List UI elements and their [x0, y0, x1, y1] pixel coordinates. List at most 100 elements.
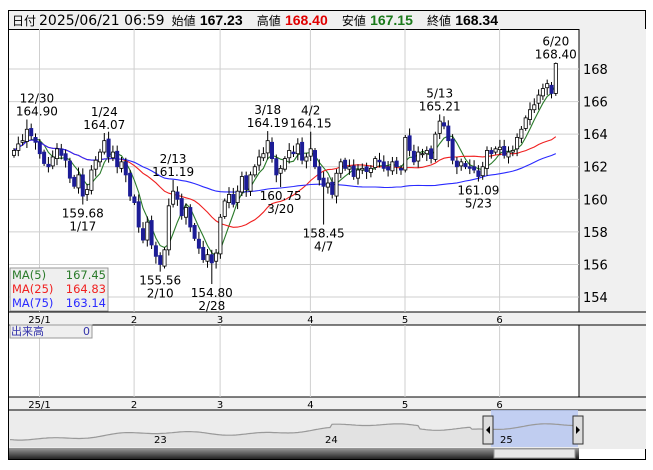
price-tick-label: 166 — [583, 96, 608, 111]
candle-up — [235, 190, 240, 203]
candle-down — [72, 176, 77, 187]
candle-up — [334, 172, 339, 197]
price-tick-label: 168 — [583, 63, 608, 78]
candle-up — [497, 146, 502, 151]
annotation-date: 3/20 — [267, 202, 294, 216]
candle-down — [231, 194, 236, 205]
candle-up — [536, 94, 541, 104]
candle-down — [489, 150, 494, 155]
candle-down — [192, 224, 197, 239]
annotation-value: 154.80 — [191, 286, 233, 300]
candle-down — [398, 167, 403, 171]
month-tick-label: 4 — [307, 400, 313, 411]
candle-down — [158, 255, 163, 265]
annotation-date: 2/13 — [160, 152, 187, 166]
candle-up — [416, 151, 421, 162]
annotation-date: 1/24 — [91, 105, 118, 119]
month-tick-label: 5 — [402, 315, 408, 326]
candle-down — [446, 125, 451, 142]
candle-down — [312, 150, 317, 168]
annotation-date: 12/30 — [20, 91, 55, 105]
month-tick-label: 2 — [131, 400, 137, 411]
candle-up — [162, 249, 167, 267]
ma75-label: MA(75) — [12, 296, 53, 310]
ma-legend: MA(5) 167.45 MA(25) 164.83 MA(75) 163.14 — [9, 267, 109, 312]
annotation-value: 161.19 — [152, 165, 194, 179]
candle-up — [484, 150, 489, 169]
candle-down — [29, 128, 34, 137]
candle-down — [291, 151, 296, 155]
price-tick-label: 156 — [583, 258, 608, 273]
candle-up — [528, 109, 533, 120]
annotation-date: 5/23 — [465, 197, 492, 211]
month-tick-label: 3 — [217, 400, 223, 411]
annotation-value: 165.21 — [419, 99, 461, 113]
annotation-date: 4/7 — [314, 240, 333, 254]
navigator-year-label: 24 — [325, 435, 338, 446]
candle-down — [123, 161, 128, 176]
candle-down — [381, 161, 386, 169]
month-tick-label: 6 — [496, 400, 502, 411]
candle-up — [222, 200, 227, 217]
candle-down — [132, 196, 137, 203]
candle-up — [355, 169, 360, 179]
candle-up — [218, 216, 223, 255]
candle-down — [196, 238, 201, 249]
ma25-value: 164.83 — [66, 282, 106, 296]
month-tick-label: 5 — [402, 400, 408, 411]
candle-up — [166, 205, 171, 251]
candle-up — [239, 176, 244, 193]
month-tick-label: 6 — [496, 315, 502, 326]
annotation-value: 158.45 — [303, 227, 345, 241]
candle-down — [502, 145, 507, 156]
candle-up — [390, 161, 395, 172]
candle-up — [93, 159, 98, 170]
volume-label: 出来高 — [11, 324, 44, 338]
candle-down — [188, 207, 193, 228]
ma5-label: MA(5) — [12, 268, 46, 282]
candle-down — [407, 135, 412, 151]
month-tick-label: 3 — [217, 315, 223, 326]
candle-up — [226, 194, 231, 203]
candle-up — [85, 189, 90, 195]
annotation-value: 164.07 — [83, 118, 125, 132]
candle-down — [343, 159, 348, 169]
candle-up — [282, 158, 287, 170]
candle-up — [459, 161, 464, 167]
candle-up — [183, 207, 188, 218]
candle-up — [519, 128, 524, 139]
candle-down — [209, 254, 214, 264]
annotation-date: 5/13 — [426, 86, 453, 100]
candle-up — [360, 167, 365, 171]
scrollbar-thumb[interactable] — [493, 448, 576, 459]
price-tick-label: 162 — [583, 161, 608, 176]
candle-up — [248, 174, 253, 192]
candle-down — [46, 163, 51, 168]
candle-down — [33, 137, 38, 143]
candle-up — [171, 190, 176, 205]
candle-up — [420, 153, 425, 156]
candle-down — [274, 158, 279, 176]
candle-up — [368, 167, 373, 173]
price-tick-label: 158 — [583, 226, 608, 241]
candle-up — [24, 128, 29, 142]
candle-down — [300, 141, 305, 161]
candle-up — [55, 148, 60, 159]
candle-up — [523, 117, 528, 129]
annotation-value: 161.09 — [457, 184, 499, 198]
candle-down — [140, 228, 145, 241]
annotation-date: 1/17 — [69, 220, 96, 234]
candle-up — [20, 140, 25, 143]
candle-up — [510, 150, 515, 153]
candlestick-chart[interactable]: 12/30164.90159.681/171/24164.07155.562/1… — [0, 0, 653, 470]
candle-down — [321, 177, 326, 187]
candle-up — [433, 133, 438, 160]
volume-legend: 出来高 0 — [9, 324, 93, 339]
candle-down — [441, 122, 446, 127]
candle-down — [153, 245, 158, 257]
candle-down — [59, 148, 64, 156]
candle-down — [467, 166, 472, 169]
candle-down — [549, 84, 554, 94]
candle-up — [540, 88, 545, 97]
candle-down — [377, 159, 382, 163]
